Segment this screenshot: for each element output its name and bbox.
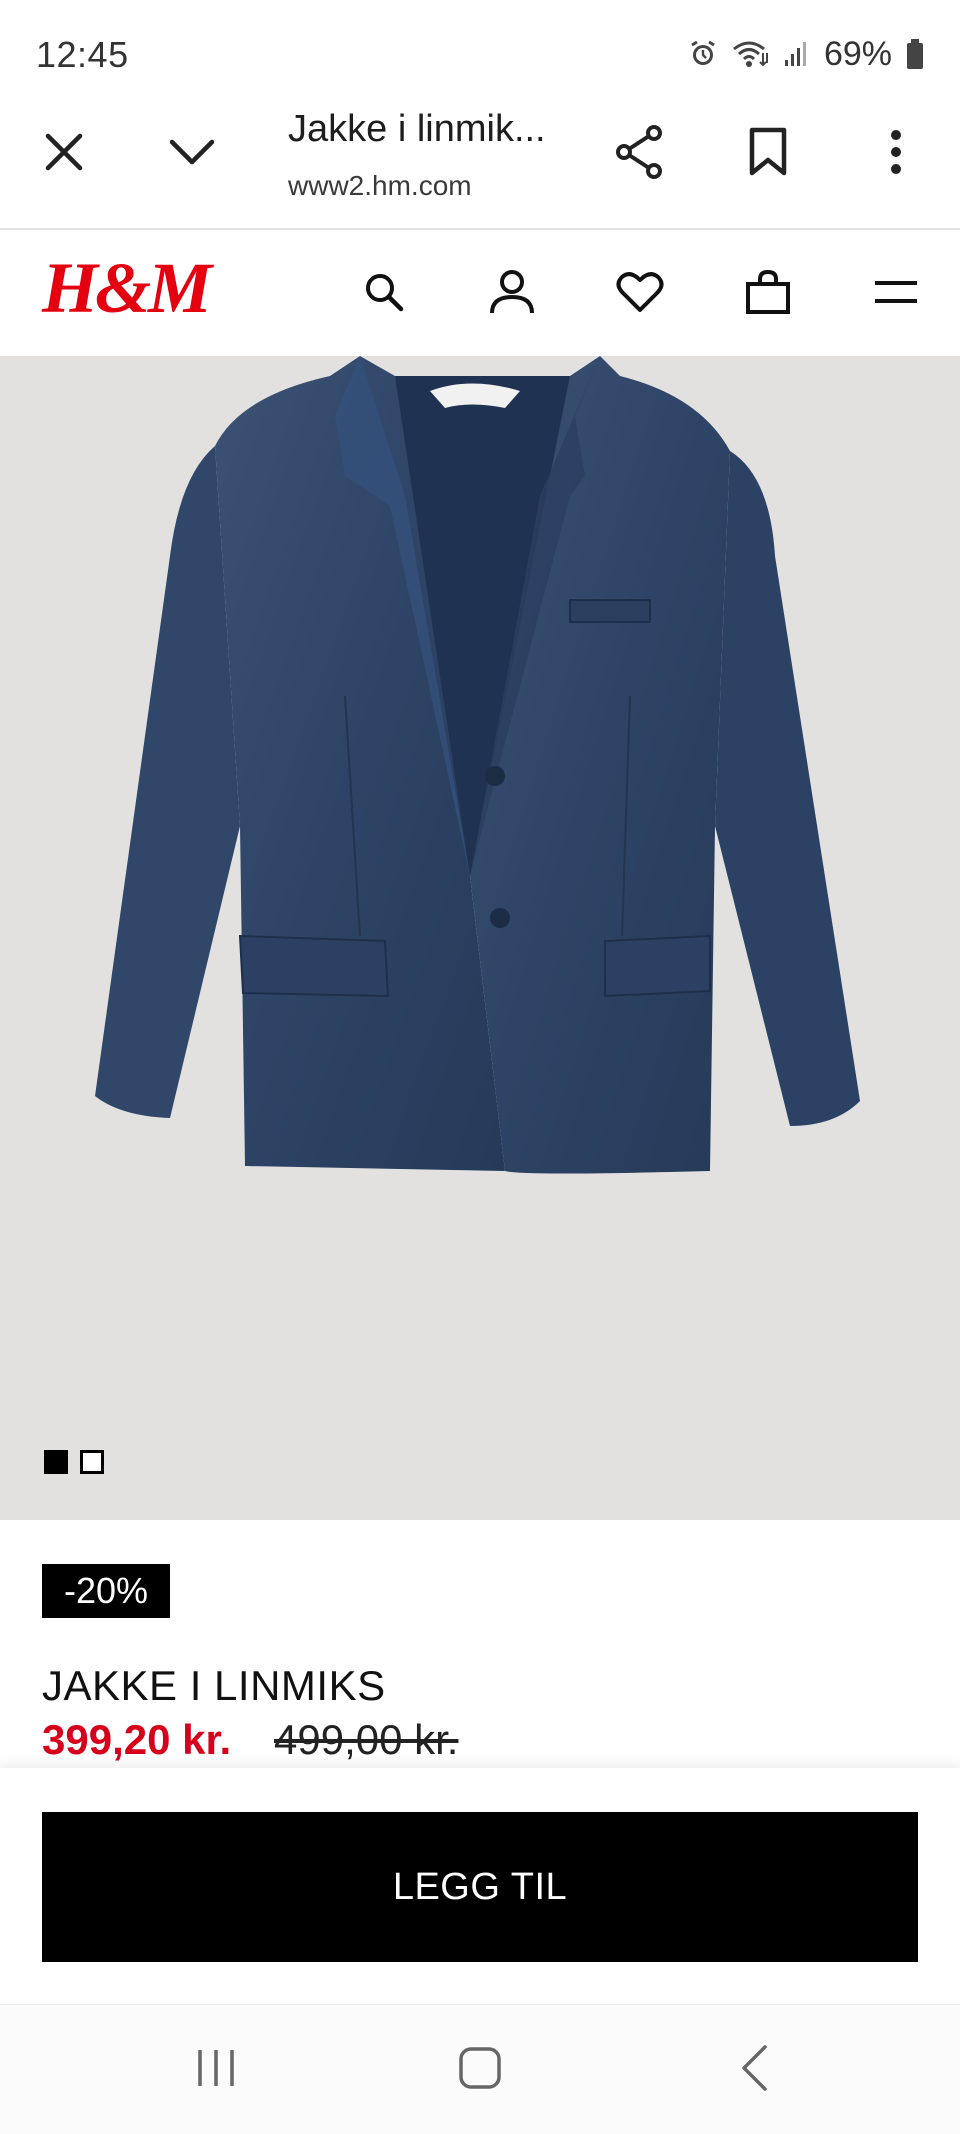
- product-image[interactable]: [0, 356, 960, 1520]
- back-icon: [742, 2045, 767, 2091]
- favorites-button[interactable]: [600, 252, 680, 332]
- menu-icon: [875, 281, 917, 303]
- close-tab-button[interactable]: [24, 112, 104, 192]
- discount-badge: -20%: [42, 1564, 171, 1618]
- share-icon: [616, 125, 662, 179]
- search-icon: [366, 274, 404, 312]
- status-time: 12:45: [36, 34, 129, 75]
- product-name: JAKKE I LINMIKS: [42, 1662, 386, 1709]
- signal-icon: [784, 40, 810, 68]
- alarm-icon: [688, 39, 718, 69]
- close-icon: [45, 133, 83, 171]
- page-url[interactable]: www2.hm.com: [288, 170, 472, 202]
- add-to-bag-button[interactable]: LEGG TIL: [42, 1812, 918, 1962]
- battery-icon: [906, 38, 924, 70]
- back-button[interactable]: [694, 2018, 814, 2118]
- share-button[interactable]: [600, 112, 680, 192]
- account-button[interactable]: [472, 252, 552, 332]
- more-vertical-icon: [891, 130, 901, 174]
- menu-button[interactable]: [856, 252, 936, 332]
- wifi-icon: [732, 39, 770, 69]
- recents-button[interactable]: [156, 2018, 276, 2118]
- favorites-icon: [616, 272, 664, 312]
- bookmark-button[interactable]: [728, 112, 808, 192]
- original-price: 499,00 kr.: [274, 1716, 459, 1763]
- hm-logo[interactable]: H&M: [42, 248, 212, 328]
- battery-level: 69%: [823, 34, 892, 73]
- recents-icon: [198, 2050, 234, 2086]
- status-icons: 69%: [688, 32, 924, 76]
- more-options-button[interactable]: [856, 112, 936, 192]
- bookmark-icon: [749, 127, 787, 176]
- search-button[interactable]: [344, 252, 424, 332]
- chevron-down-icon: [169, 139, 215, 165]
- page-title[interactable]: Jakke i linmik...: [288, 108, 546, 151]
- account-icon: [490, 270, 534, 314]
- blazer-illustration: [95, 356, 860, 1174]
- minimize-button[interactable]: [152, 112, 232, 192]
- shopping-bag-button[interactable]: [728, 252, 808, 332]
- gallery-indicator: [44, 1450, 104, 1474]
- home-button[interactable]: [420, 2018, 540, 2118]
- bag-icon: [746, 270, 790, 314]
- gallery-dot-2[interactable]: [80, 1450, 104, 1474]
- gallery-dot-1[interactable]: [44, 1450, 68, 1474]
- home-icon: [459, 2047, 501, 2089]
- sale-price: 399,20 kr.: [42, 1716, 232, 1763]
